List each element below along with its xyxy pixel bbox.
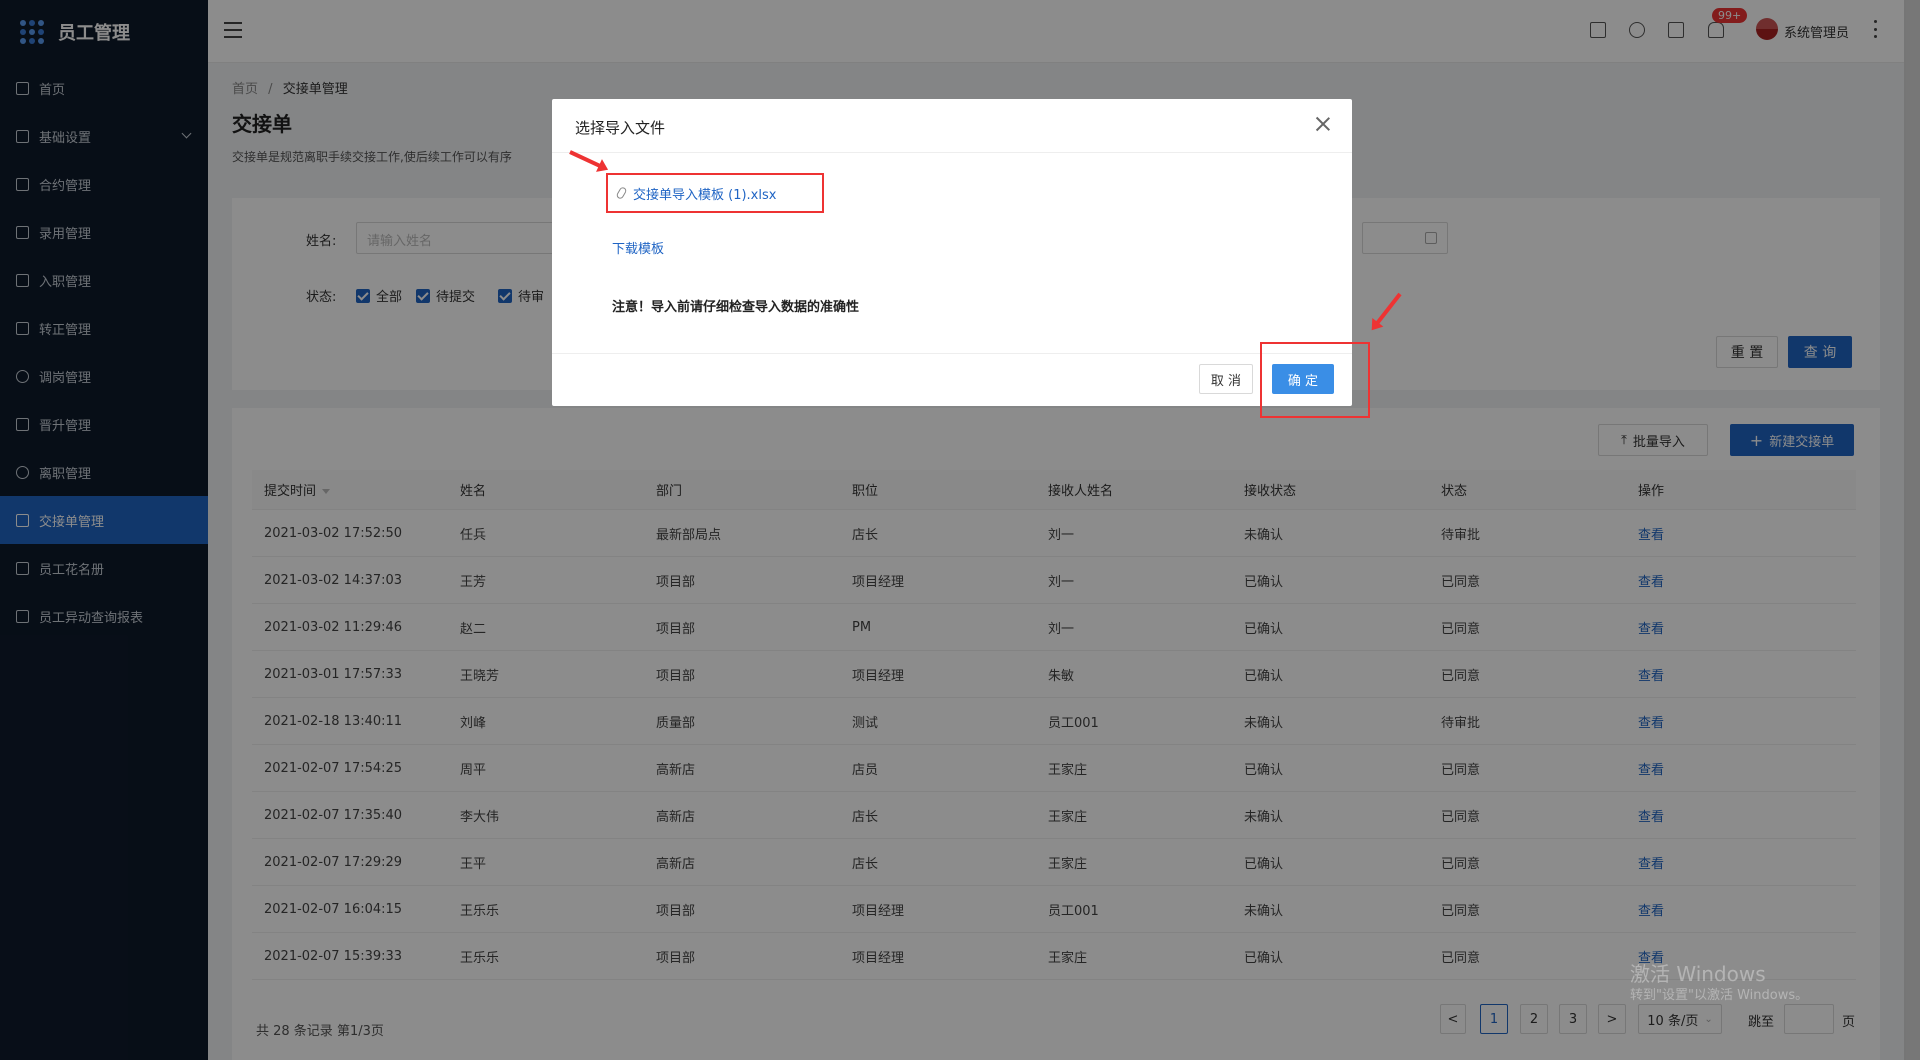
windows-watermark-sub: 转到"设置"以激活 Windows。 bbox=[1630, 988, 1809, 1003]
cancel-button[interactable]: 取 消 bbox=[1199, 364, 1253, 394]
download-template-link[interactable]: 下载模板 bbox=[612, 238, 664, 257]
modal-header: 选择导入文件 bbox=[552, 99, 1352, 153]
windows-watermark: 激活 Windows bbox=[1630, 962, 1766, 986]
uploaded-file-name[interactable]: 交接单导入模板 (1).xlsx bbox=[633, 184, 776, 203]
confirm-highlight-box bbox=[1260, 342, 1370, 418]
import-file-modal: 选择导入文件 交接单导入模板 (1).xlsx 下载模板 注意！导入前请仔细检查… bbox=[552, 99, 1352, 406]
uploaded-file-item[interactable]: 交接单导入模板 (1).xlsx bbox=[606, 173, 824, 213]
modal-footer: 取 消 确 定 bbox=[552, 353, 1352, 406]
modal-title: 选择导入文件 bbox=[575, 119, 666, 137]
paperclip-icon bbox=[615, 186, 628, 200]
import-notice: 注意！导入前请仔细检查导入数据的准确性 bbox=[612, 300, 860, 315]
close-icon[interactable] bbox=[1316, 117, 1330, 131]
